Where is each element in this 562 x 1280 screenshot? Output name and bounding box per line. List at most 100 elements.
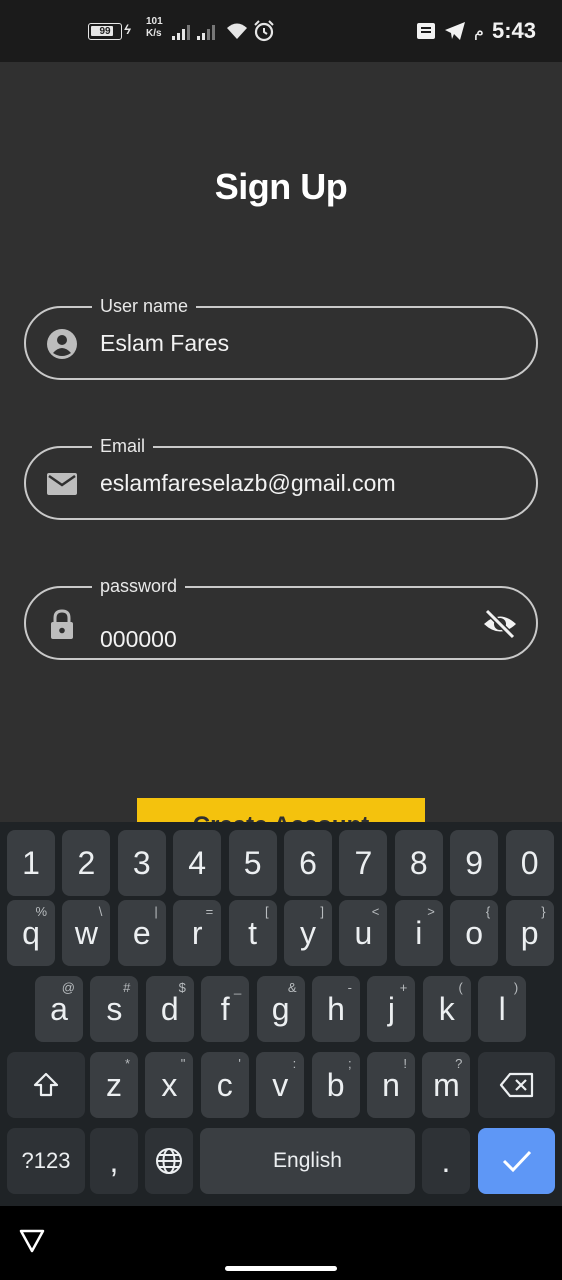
key-g-label: g <box>271 990 290 1027</box>
key-m-label: m <box>433 1066 460 1103</box>
language-key[interactable] <box>145 1128 193 1194</box>
key-p[interactable]: p} <box>505 900 554 966</box>
key-k[interactable]: k( <box>422 976 471 1042</box>
key-6-label: 6 <box>299 844 317 881</box>
key-n[interactable]: n! <box>367 1052 415 1118</box>
wifi-icon <box>225 21 249 41</box>
key-a-label: a <box>50 990 68 1027</box>
key-j[interactable]: j + <box>367 976 416 1042</box>
password-field[interactable]: password 000000 <box>24 575 538 660</box>
home-gesture-bar[interactable] <box>225 1266 337 1271</box>
key-u[interactable]: u < <box>339 900 388 966</box>
enter-key[interactable] <box>478 1128 555 1194</box>
space-key[interactable]: English <box>200 1128 415 1194</box>
key-i-hint: > <box>427 904 435 919</box>
check-icon <box>502 1150 531 1173</box>
key-k-label: k <box>438 990 455 1027</box>
key-4[interactable]: 4 <box>173 830 222 896</box>
key-b[interactable]: b; <box>311 1052 360 1118</box>
key-o[interactable]: o{ <box>450 900 499 966</box>
password-input[interactable]: 000000 <box>100 626 177 653</box>
username-field[interactable]: User name Eslam Fares <box>24 295 538 380</box>
key-a[interactable]: a @ <box>35 976 83 1042</box>
telegram-icon <box>445 22 466 40</box>
key-u-hint: < <box>371 904 380 919</box>
key-h[interactable]: h- <box>312 976 360 1042</box>
email-field[interactable]: Email eslamfareselazb@gmail.com <box>24 435 538 520</box>
key-v[interactable]: v: <box>256 1052 305 1118</box>
key-1[interactable]: 1 <box>7 830 55 896</box>
key-l[interactable]: l) <box>478 976 527 1042</box>
email-input[interactable]: eslamfareselazb@gmail.com <box>100 470 396 497</box>
key-5[interactable]: 5 <box>228 830 277 896</box>
key-e-hint: | <box>154 904 158 919</box>
key-9[interactable]: 9 <box>450 830 499 896</box>
shift-icon <box>33 1072 59 1097</box>
key-r[interactable]: r = <box>173 900 222 966</box>
key-0-label: 0 <box>520 844 539 881</box>
key-5-label: 5 <box>243 844 262 881</box>
period-key[interactable]: . <box>422 1128 470 1194</box>
status-bar: 99 ϟ 101 K/s م 5:43 <box>0 0 562 62</box>
key-8[interactable]: 8 <box>394 830 443 896</box>
key-w-hint: \ <box>98 904 103 919</box>
key-i[interactable]: i > <box>394 900 443 966</box>
key-w[interactable]: w \ <box>62 900 111 966</box>
back-triangle-icon[interactable] <box>18 1228 46 1254</box>
backspace-key[interactable] <box>478 1052 555 1118</box>
key-p-hint: } <box>541 904 546 919</box>
key-v-hint: : <box>292 1056 297 1071</box>
key-l-label: l <box>498 990 506 1027</box>
page-title: Sign Up <box>214 166 348 207</box>
key-f-label: f <box>220 990 230 1027</box>
key-d-hint: $ <box>178 980 186 995</box>
key-t[interactable]: t[ <box>228 900 277 966</box>
symbols-key[interactable]: ?123 <box>7 1128 85 1194</box>
key-b-label: b <box>326 1066 345 1103</box>
key-2[interactable]: 2 <box>62 830 111 896</box>
key-c[interactable]: c ' <box>200 1052 249 1118</box>
key-s[interactable]: s # <box>90 976 139 1042</box>
key-m[interactable]: m? <box>422 1052 471 1118</box>
key-q[interactable]: q% <box>7 900 55 966</box>
key-r-label: r <box>191 914 203 951</box>
key-e[interactable]: e | <box>117 900 166 966</box>
key-p-label: p <box>520 914 539 951</box>
key-z[interactable]: z * <box>90 1052 138 1118</box>
key-z-label: z <box>106 1066 122 1103</box>
password-label: password <box>92 575 186 597</box>
ampm-label: م <box>474 23 484 40</box>
battery-level: 99 <box>99 26 111 37</box>
key-g[interactable]: g & <box>256 976 305 1042</box>
key-h-label: h <box>327 990 345 1027</box>
eye-off-icon[interactable] <box>482 608 518 640</box>
comma-key[interactable]: , <box>90 1128 138 1194</box>
signal-1-icon <box>172 24 190 40</box>
key-f[interactable]: f _ <box>201 976 250 1042</box>
key-f-hint: _ <box>233 980 242 995</box>
username-input[interactable]: Eslam Fares <box>100 330 229 357</box>
key-3[interactable]: 3 <box>117 830 166 896</box>
key-k-hint: ( <box>458 980 463 995</box>
key-u-label: u <box>354 914 373 951</box>
key-6[interactable]: 6 <box>284 830 332 896</box>
key-7-label: 7 <box>354 844 373 881</box>
shift-key[interactable] <box>7 1052 85 1118</box>
key-0[interactable]: 0 <box>505 830 554 896</box>
key-n-label: n <box>382 1066 400 1103</box>
key-y-hint: ] <box>320 904 324 919</box>
key-y[interactable]: y] <box>284 900 332 966</box>
key-d[interactable]: d $ <box>145 976 194 1042</box>
battery-icon: 99 <box>88 23 122 40</box>
username-label: User name <box>92 295 197 317</box>
key-x[interactable]: x " <box>145 1052 194 1118</box>
key-s-hint: # <box>123 980 131 995</box>
key-x-label: x <box>161 1066 178 1103</box>
globe-icon <box>156 1148 182 1174</box>
key-j-label: j <box>387 990 395 1027</box>
charging-icon: ϟ <box>124 22 131 37</box>
key-v-label: v <box>272 1066 289 1103</box>
notification-icon <box>417 23 436 39</box>
key-a-hint: @ <box>61 980 75 995</box>
key-7[interactable]: 7 <box>339 830 388 896</box>
